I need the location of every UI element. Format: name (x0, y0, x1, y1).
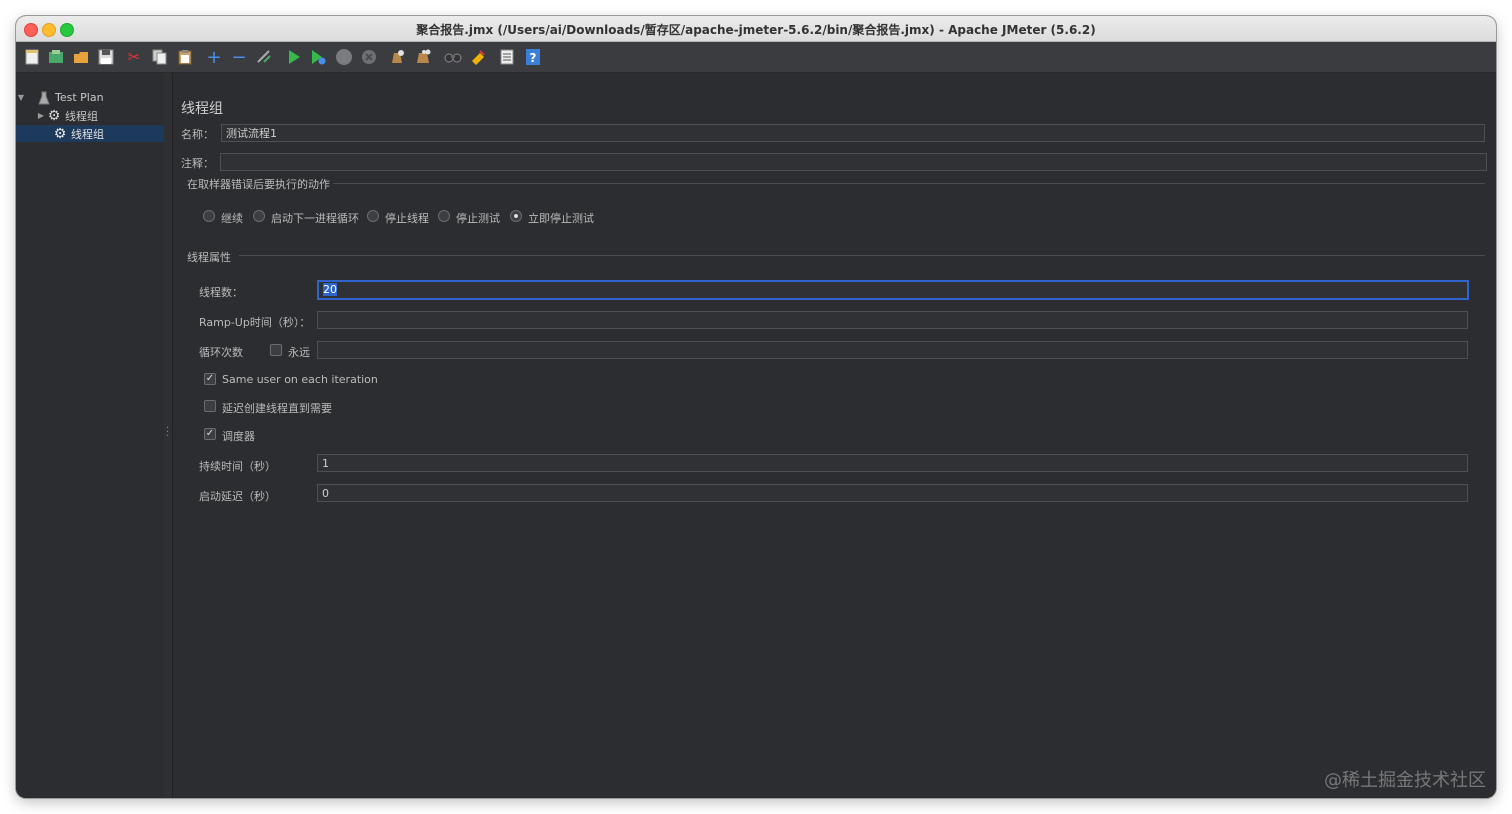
expand-icon[interactable]: + (204, 47, 224, 68)
startup-delay-label: 启动延迟（秒） (199, 490, 276, 503)
rampup-field[interactable] (317, 311, 1468, 329)
title-bar: 聚合报告.jmx (/Users/ai/Downloads/暂存区/apache… (16, 16, 1496, 42)
chevron-down-icon[interactable]: ▼ (16, 93, 26, 102)
duration-label: 持续时间（秒） (199, 460, 276, 473)
open-icon[interactable] (71, 47, 91, 67)
page-title: 线程组 (181, 101, 223, 117)
section-divider (333, 183, 1485, 184)
radio-start-next-loop-label: 启动下一进程循环 (271, 212, 359, 225)
save-icon[interactable] (96, 47, 116, 67)
templates-icon[interactable] (46, 47, 66, 67)
forever-checkbox[interactable] (270, 344, 282, 356)
radio-start-next-loop[interactable] (253, 210, 265, 222)
threads-field[interactable]: 20 (317, 280, 1469, 300)
same-user-checkbox[interactable]: ✓ (204, 373, 216, 385)
name-label: 名称： (181, 128, 214, 141)
new-icon[interactable] (22, 47, 42, 67)
startup-delay-field[interactable]: 0 (317, 484, 1468, 502)
loop-count-label: 循环次数 (199, 346, 243, 359)
tree-item-label: 线程组 (71, 127, 104, 141)
threads-value: 20 (323, 283, 337, 296)
forever-label: 永远 (288, 346, 310, 359)
paste-icon[interactable] (175, 47, 195, 67)
thread-properties-title: 线程属性 (187, 251, 231, 264)
clear-icon[interactable] (387, 47, 407, 67)
radio-stop-test-now-label: 立即停止测试 (528, 212, 594, 225)
radio-stop-thread-label: 停止线程 (385, 212, 429, 225)
window-title: 聚合报告.jmx (/Users/ai/Downloads/暂存区/apache… (416, 23, 1096, 37)
copy-icon[interactable] (150, 47, 170, 67)
scheduler-checkbox[interactable]: ✓ (204, 428, 216, 440)
shutdown-icon[interactable] (359, 47, 379, 67)
stop-icon[interactable] (334, 47, 354, 67)
section-divider (239, 255, 1485, 256)
test-plan-icon (36, 90, 52, 106)
tree-item-test-plan[interactable]: ▼ Test Plan (16, 89, 164, 106)
tree-item-thread-group[interactable]: ▶ ⚙ 线程组 (16, 107, 164, 124)
function-helper-icon[interactable] (497, 47, 517, 67)
clear-all-icon[interactable] (413, 47, 433, 67)
toggle-icon[interactable] (254, 47, 274, 67)
comment-field[interactable] (220, 153, 1487, 171)
radio-stop-test-label: 停止测试 (456, 212, 500, 225)
gear-icon: ⚙ (53, 125, 67, 142)
threads-label: 线程数： (199, 286, 243, 299)
thread-group-panel: 线程组 名称： 测试流程1 注释： 在取样器错误后要执行的动作 继续 启动下一进… (173, 73, 1496, 798)
loop-count-field[interactable] (317, 341, 1468, 359)
duration-field[interactable]: 1 (317, 454, 1468, 472)
toolbar: ✂ + − ? (16, 42, 1496, 73)
watermark: @稀土掘金技术社区 (1324, 770, 1486, 791)
name-field[interactable]: 测试流程1 (221, 124, 1485, 142)
delay-thread-creation-checkbox[interactable] (204, 400, 216, 412)
splitter-grip-icon[interactable]: · · · (166, 424, 169, 442)
delay-thread-creation-label: 延迟创建线程直到需要 (222, 402, 332, 415)
start-icon[interactable] (284, 47, 304, 67)
radio-stop-thread[interactable] (367, 210, 379, 222)
svg-text:?: ? (530, 51, 537, 65)
radio-continue-label: 继续 (221, 212, 243, 225)
tree-item-label: Test Plan (55, 91, 104, 104)
radio-stop-test-now[interactable] (510, 210, 522, 222)
help-icon[interactable]: ? (523, 47, 543, 67)
radio-continue[interactable] (203, 210, 215, 222)
start-no-pause-icon[interactable] (308, 47, 328, 67)
rampup-label: Ramp-Up时间（秒）： (199, 316, 311, 329)
collapse-icon[interactable]: − (229, 47, 249, 68)
tree-item-thread-group-selected[interactable]: ⚙ 线程组 (16, 125, 164, 142)
comment-label: 注释： (181, 157, 214, 170)
on-error-title: 在取样器错误后要执行的动作 (187, 178, 330, 191)
test-plan-tree: ▼ Test Plan ▶ ⚙ 线程组 ⚙ 线程组 (16, 73, 165, 798)
scheduler-label: 调度器 (222, 430, 255, 443)
reset-search-icon[interactable] (468, 47, 488, 67)
gear-icon: ⚙ (47, 107, 61, 124)
tree-item-label: 线程组 (65, 109, 98, 123)
cut-icon[interactable]: ✂ (124, 47, 144, 67)
same-user-label: Same user on each iteration (222, 373, 378, 386)
radio-stop-test[interactable] (438, 210, 450, 222)
app-window: 聚合报告.jmx (/Users/ai/Downloads/暂存区/apache… (16, 16, 1496, 798)
search-icon[interactable] (443, 47, 463, 67)
chevron-right-icon[interactable]: ▶ (36, 111, 46, 120)
